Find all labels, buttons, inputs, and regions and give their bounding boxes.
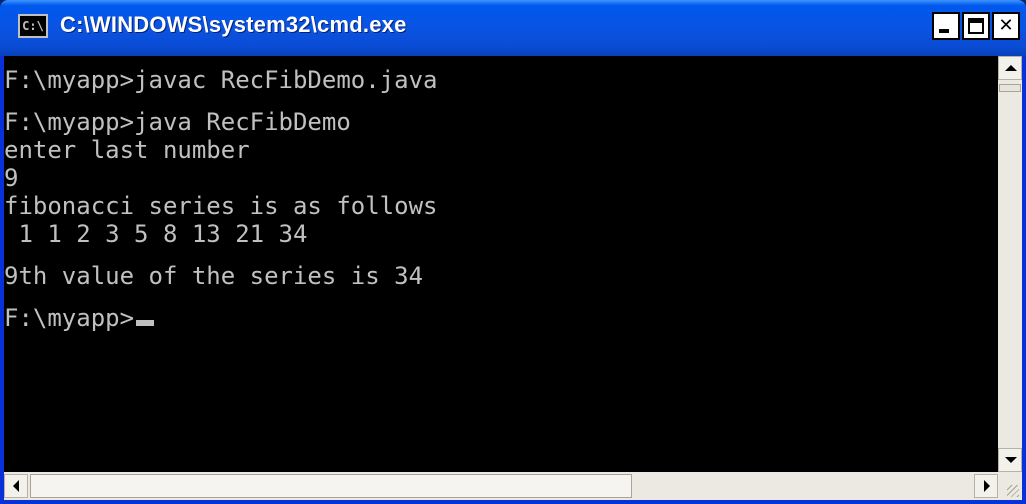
console-lines: F:\myapp>javac RecFibDemo.java F:\myapp>… bbox=[4, 66, 437, 332]
console-line: 9th value of the series is 34 bbox=[4, 262, 424, 290]
horizontal-scroll-thumb[interactable] bbox=[30, 474, 632, 498]
scroll-left-button[interactable] bbox=[4, 474, 28, 498]
console-line: enter last number bbox=[4, 136, 250, 164]
console-line: F:\myapp>javac RecFibDemo.java bbox=[4, 66, 438, 94]
console-line: F:\myapp>java RecFibDemo bbox=[4, 108, 351, 136]
close-button[interactable] bbox=[992, 12, 1020, 40]
horizontal-scrollbar[interactable] bbox=[4, 472, 998, 500]
console-prompt: F:\myapp> bbox=[4, 304, 135, 332]
console-line: fibonacci series is as follows bbox=[4, 192, 438, 220]
text-cursor bbox=[136, 320, 155, 326]
scroll-right-button[interactable] bbox=[974, 474, 998, 498]
minimize-button[interactable] bbox=[932, 12, 960, 40]
window-frame-right bbox=[1022, 56, 1026, 504]
title-bar[interactable]: C:\ C:\WINDOWS\system32\cmd.exe bbox=[0, 0, 1026, 56]
maximize-button[interactable] bbox=[962, 12, 990, 40]
console-line: 1 1 2 3 5 8 13 21 34 bbox=[4, 220, 308, 248]
window-title: C:\WINDOWS\system32\cmd.exe bbox=[60, 12, 407, 37]
scroll-down-button[interactable] bbox=[998, 448, 1022, 472]
console-prompt-line: F:\myapp> bbox=[4, 304, 437, 332]
console-output[interactable]: F:\myapp>javac RecFibDemo.java F:\myapp>… bbox=[4, 56, 998, 472]
console-line: 9 bbox=[4, 164, 19, 192]
console-app-icon[interactable]: C:\ bbox=[18, 14, 48, 38]
vertical-scrollbar[interactable] bbox=[998, 56, 1022, 472]
vertical-scroll-thumb[interactable] bbox=[999, 84, 1021, 92]
window-frame-bottom bbox=[0, 500, 1026, 504]
cmd-window: C:\ C:\WINDOWS\system32\cmd.exe F:\myapp… bbox=[0, 0, 1026, 504]
scroll-up-button[interactable] bbox=[998, 56, 1022, 80]
resize-grip[interactable] bbox=[998, 472, 1022, 500]
